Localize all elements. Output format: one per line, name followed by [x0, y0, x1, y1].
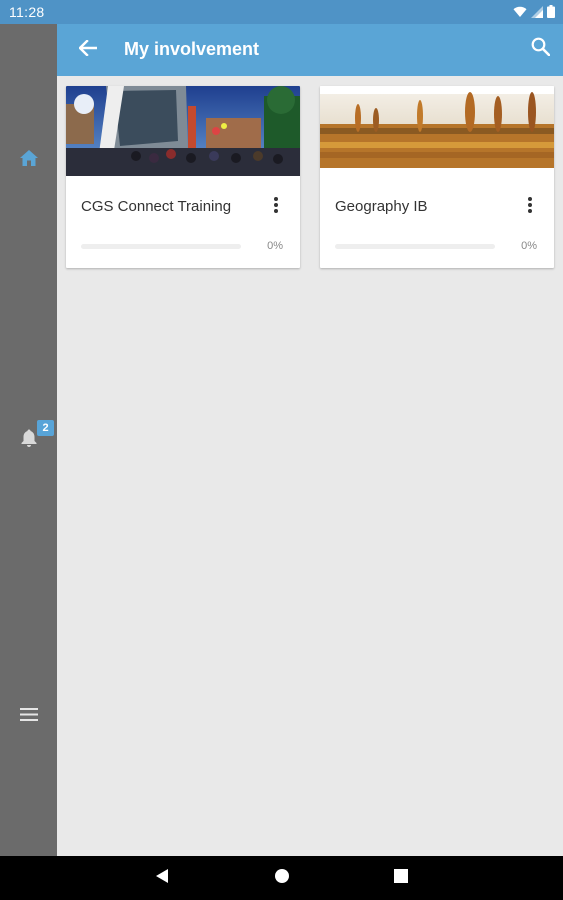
nav-notifications[interactable]: 2	[0, 420, 57, 460]
course-card[interactable]: Geography IB 0%	[320, 86, 554, 268]
circle-home-icon	[274, 868, 290, 889]
system-nav-bar	[0, 856, 563, 900]
search-icon	[531, 37, 550, 61]
card-options-button[interactable]	[518, 194, 542, 220]
notification-count-badge: 2	[37, 420, 54, 436]
app-bar: My involvement	[57, 24, 563, 76]
progress-bar	[335, 244, 495, 249]
more-vert-icon	[528, 196, 532, 218]
bell-icon	[21, 429, 37, 452]
card-options-button[interactable]	[264, 194, 288, 220]
search-button[interactable]	[527, 36, 553, 62]
course-image-school-building	[66, 86, 300, 176]
battery-icon	[547, 5, 555, 23]
nav-home-button[interactable]	[271, 867, 293, 889]
nav-recents-button[interactable]	[390, 867, 412, 889]
side-nav-rail: 2	[0, 24, 57, 856]
square-recents-icon	[394, 868, 408, 888]
nav-menu[interactable]	[0, 697, 57, 737]
status-bar: 11:28	[0, 0, 563, 24]
back-button[interactable]	[75, 37, 101, 63]
nav-home[interactable]	[0, 140, 57, 180]
home-icon	[19, 149, 38, 171]
progress-bar	[81, 244, 241, 249]
page-title: My involvement	[124, 39, 260, 59]
wifi-icon	[513, 5, 527, 23]
triangle-back-icon	[155, 868, 169, 889]
course-title: Geography IB	[335, 198, 428, 215]
hamburger-menu-icon	[19, 708, 38, 726]
progress-percent: 0%	[267, 240, 283, 252]
course-title: CGS Connect Training	[81, 198, 232, 215]
status-time: 11:28	[9, 4, 45, 20]
progress-percent: 0%	[521, 240, 537, 252]
nav-back-button[interactable]	[151, 867, 173, 889]
signal-icon	[531, 5, 543, 23]
arrow-back-icon	[78, 38, 98, 61]
more-vert-icon	[274, 196, 278, 218]
course-card[interactable]: CGS Connect Training 0%	[66, 86, 300, 268]
course-image-vineyard	[320, 86, 554, 176]
